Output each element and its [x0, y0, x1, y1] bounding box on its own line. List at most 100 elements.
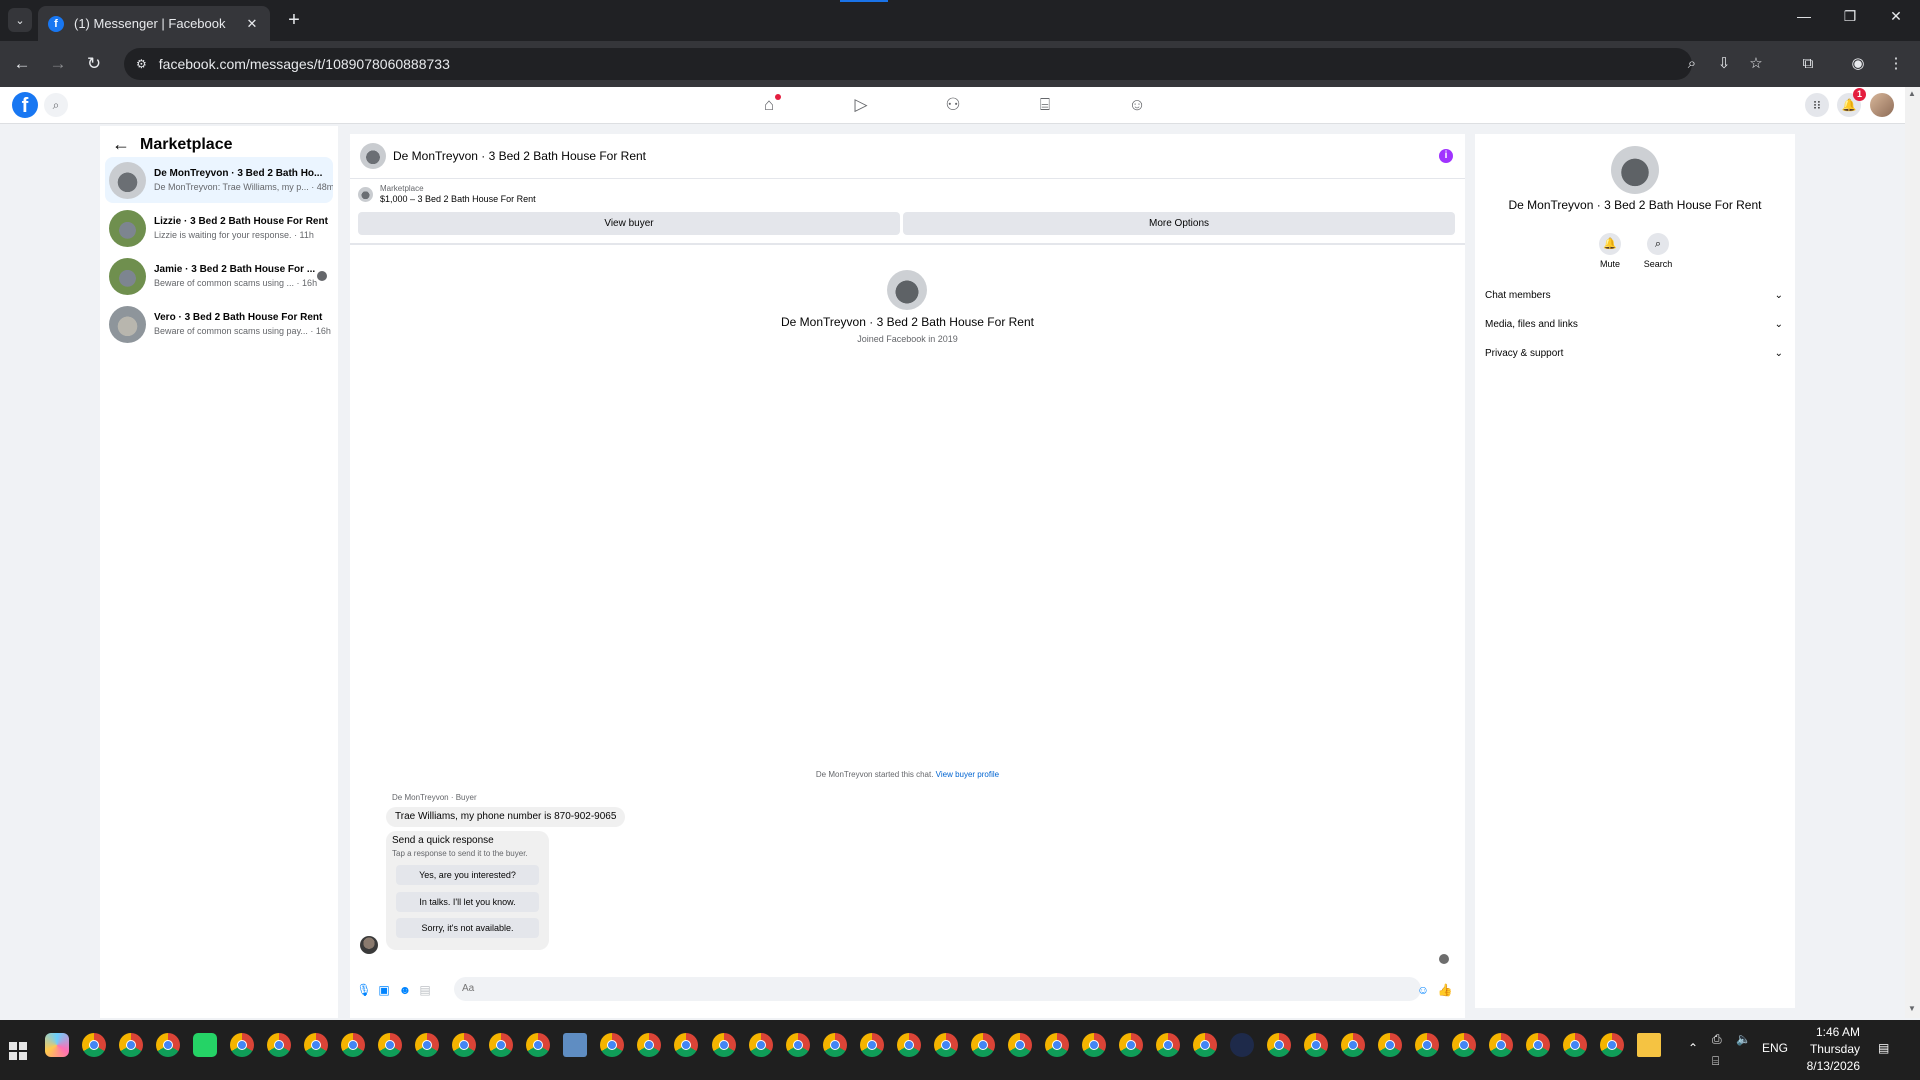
- photo-icon[interactable]: ▣: [376, 982, 392, 998]
- section-privacy-support[interactable]: Privacy & support ⌄: [1485, 341, 1785, 365]
- chrome-icon[interactable]: [304, 1033, 328, 1057]
- incoming-message[interactable]: Trae Williams, my phone number is 870-90…: [386, 807, 626, 827]
- friends-icon[interactable]: ⚇: [938, 93, 968, 117]
- meet-now-icon[interactable]: ⎙: [1712, 1032, 1722, 1047]
- scroll-down-icon[interactable]: ▼: [1908, 1004, 1916, 1013]
- quick-reply-button[interactable]: Sorry, it's not available.: [396, 918, 539, 938]
- message-input[interactable]: [454, 977, 1421, 1001]
- microphone-icon[interactable]: 🎙: [356, 982, 372, 998]
- info-icon[interactable]: i: [1439, 149, 1453, 163]
- scroll-up-icon[interactable]: ▲: [1908, 89, 1916, 98]
- chrome-icon[interactable]: [230, 1033, 254, 1057]
- chrome-icon[interactable]: [156, 1033, 180, 1057]
- chrome-icon[interactable]: [119, 1033, 143, 1057]
- install-app-icon[interactable]: ⇩: [1712, 52, 1736, 76]
- browser-tab[interactable]: f (1) Messenger | Facebook ✕: [38, 6, 270, 41]
- chrome-icon[interactable]: [1378, 1033, 1402, 1057]
- sticker-icon[interactable]: ☻: [397, 982, 413, 998]
- search-icon[interactable]: ⌕: [44, 93, 68, 117]
- conversation-title[interactable]: De MonTreyvon · 3 Bed 2 Bath House For R…: [393, 149, 646, 163]
- volume-icon[interactable]: 🔈: [1736, 1032, 1751, 1046]
- chrome-icon[interactable]: [1489, 1033, 1513, 1057]
- chrome-icon[interactable]: [1415, 1033, 1439, 1057]
- chrome-icon[interactable]: [1156, 1033, 1180, 1057]
- chrome-icon[interactable]: [489, 1033, 513, 1057]
- chrome-icon[interactable]: [452, 1033, 476, 1057]
- like-thumb-icon[interactable]: 👍: [1437, 982, 1453, 998]
- chrome-icon[interactable]: [600, 1033, 624, 1057]
- video-icon[interactable]: ▷: [846, 93, 876, 117]
- address-bar[interactable]: ⚙ facebook.com/messages/t/10890780608887…: [124, 48, 1692, 80]
- app-icon[interactable]: [1230, 1033, 1254, 1057]
- chrome-icon[interactable]: [1563, 1033, 1587, 1057]
- chrome-icon[interactable]: [82, 1033, 106, 1057]
- minimize-icon[interactable]: —: [1792, 8, 1816, 24]
- view-buyer-profile-link[interactable]: View buyer profile: [936, 770, 999, 779]
- zoom-icon[interactable]: ⌕: [1680, 52, 1704, 76]
- language-indicator[interactable]: ENG: [1762, 1041, 1788, 1055]
- gif-icon[interactable]: ▤: [417, 982, 433, 998]
- chat-item-lizzie[interactable]: Lizzie · 3 Bed 2 Bath House For Rent Liz…: [105, 205, 333, 251]
- reload-icon[interactable]: ↻: [82, 52, 106, 76]
- profile-icon[interactable]: ◉: [1846, 52, 1870, 76]
- chrome-icon[interactable]: [674, 1033, 698, 1057]
- chrome-icon[interactable]: [1193, 1033, 1217, 1057]
- chrome-icon[interactable]: [823, 1033, 847, 1057]
- chrome-icon[interactable]: [341, 1033, 365, 1057]
- chrome-icon[interactable]: [897, 1033, 921, 1057]
- quick-reply-button[interactable]: Yes, are you interested?: [396, 865, 539, 885]
- back-icon[interactable]: ←: [10, 52, 34, 76]
- windows-start-icon[interactable]: [9, 1042, 27, 1060]
- apps-menu-icon[interactable]: ⁝⁝: [1805, 93, 1829, 117]
- chrome-icon[interactable]: [267, 1033, 291, 1057]
- new-tab-button[interactable]: +: [282, 8, 306, 32]
- tab-close-icon[interactable]: ✕: [244, 16, 260, 32]
- chrome-icon[interactable]: [712, 1033, 736, 1057]
- forward-icon[interactable]: →: [46, 52, 70, 76]
- back-arrow-icon[interactable]: ←: [112, 134, 134, 155]
- info-avatar[interactable]: [1611, 146, 1659, 194]
- facebook-logo-icon[interactable]: f: [12, 92, 38, 118]
- search-conversation-button[interactable]: ⌕ Search: [1628, 233, 1688, 269]
- close-window-icon[interactable]: ✕: [1884, 8, 1908, 25]
- profile-avatar[interactable]: [887, 270, 927, 310]
- chrome-icon[interactable]: [1082, 1033, 1106, 1057]
- chrome-icon[interactable]: [1119, 1033, 1143, 1057]
- chrome-icon[interactable]: [971, 1033, 995, 1057]
- show-hidden-icons-chevron-icon[interactable]: ⌃: [1688, 1041, 1698, 1055]
- notepad-icon[interactable]: [563, 1033, 587, 1057]
- section-media-files-links[interactable]: Media, files and links ⌄: [1485, 312, 1785, 336]
- section-chat-members[interactable]: Chat members ⌄: [1485, 283, 1785, 307]
- bookmark-star-icon[interactable]: ☆: [1744, 52, 1768, 76]
- whatsapp-icon[interactable]: [193, 1033, 217, 1057]
- chrome-icon[interactable]: [934, 1033, 958, 1057]
- tab-search-button[interactable]: ⌄: [8, 8, 32, 32]
- sender-avatar[interactable]: [360, 936, 378, 954]
- chat-item-de-montreyvon[interactable]: De MonTreyvon · 3 Bed 2 Bath Ho... De Mo…: [105, 157, 333, 203]
- conversation-avatar[interactable]: [360, 143, 386, 169]
- extensions-icon[interactable]: ⧉: [1796, 52, 1820, 76]
- chrome-icon[interactable]: [749, 1033, 773, 1057]
- view-buyer-button[interactable]: View buyer: [358, 212, 900, 235]
- system-clock[interactable]: 1:46 AM Thursday 8/13/2026: [1800, 1024, 1860, 1075]
- chrome-icon[interactable]: [637, 1033, 661, 1057]
- marketplace-icon[interactable]: ⌸: [1030, 93, 1060, 117]
- chrome-icon[interactable]: [526, 1033, 550, 1057]
- copilot-icon[interactable]: [45, 1033, 69, 1057]
- page-scrollbar[interactable]: [1905, 87, 1920, 1018]
- chrome-icon[interactable]: [1008, 1033, 1032, 1057]
- chrome-icon[interactable]: [860, 1033, 884, 1057]
- chrome-icon[interactable]: [1452, 1033, 1476, 1057]
- chrome-icon[interactable]: [1304, 1033, 1328, 1057]
- chrome-icon[interactable]: [786, 1033, 810, 1057]
- restore-icon[interactable]: ❐: [1838, 8, 1862, 25]
- account-avatar[interactable]: [1870, 93, 1894, 117]
- chrome-icon[interactable]: [415, 1033, 439, 1057]
- menu-kebab-icon[interactable]: ⋮: [1884, 52, 1908, 76]
- chrome-icon[interactable]: [1341, 1033, 1365, 1057]
- chrome-icon[interactable]: [1600, 1033, 1624, 1057]
- groups-icon[interactable]: ☺: [1122, 93, 1152, 117]
- site-info-icon[interactable]: ⚙: [136, 57, 147, 71]
- more-options-button[interactable]: More Options: [903, 212, 1455, 235]
- quick-reply-button[interactable]: In talks. I'll let you know.: [396, 892, 539, 912]
